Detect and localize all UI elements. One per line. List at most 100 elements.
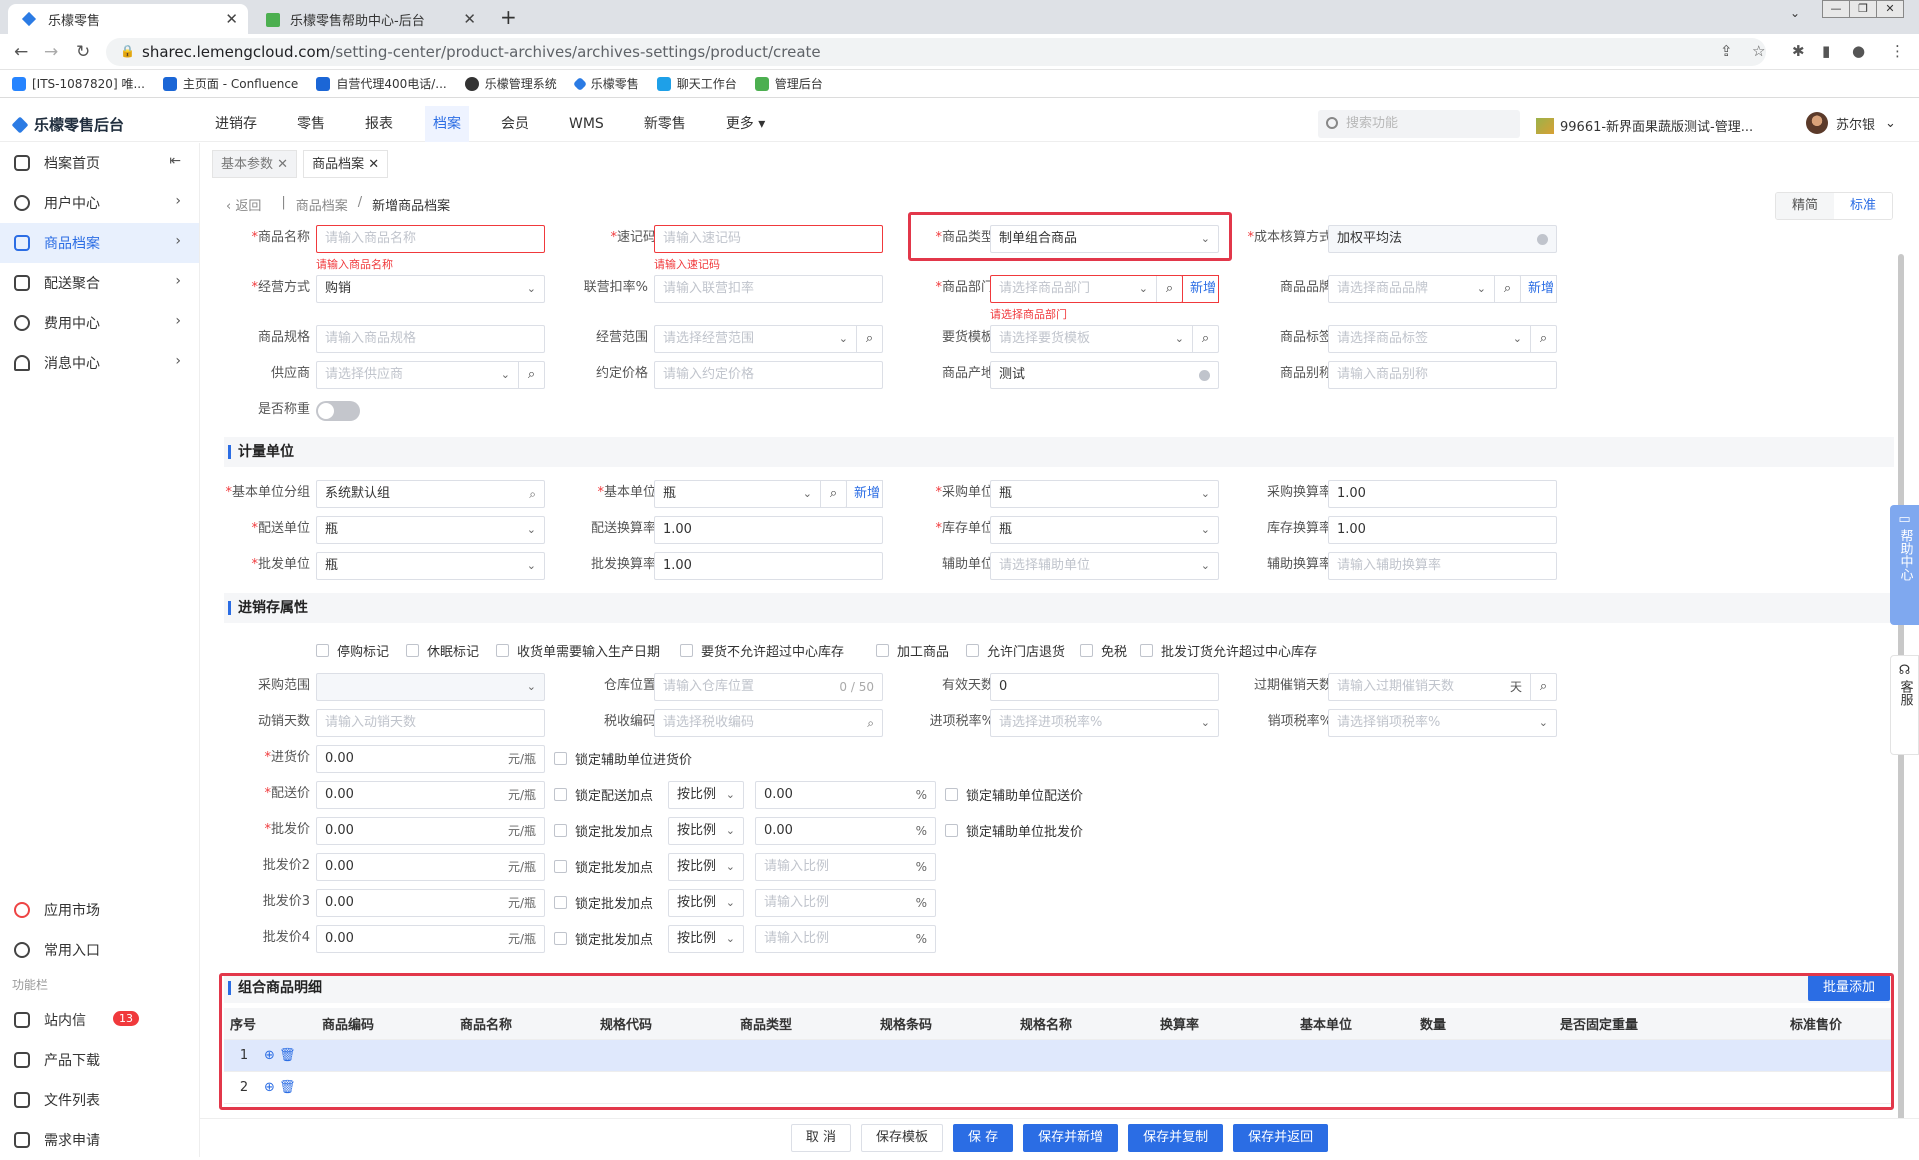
lock-checkbox[interactable]: 锁定批发加点 xyxy=(554,887,653,917)
ratio-input[interactable]: 请输入比例% xyxy=(755,889,936,917)
price-input[interactable]: 0.00 元/瓶 xyxy=(316,745,545,773)
del-rate-input[interactable]: 1.00 xyxy=(654,516,883,544)
outtax-select[interactable]: 请选择销项税率% ⌄ xyxy=(1328,709,1557,737)
ratio-input[interactable]: 0.00% xyxy=(755,781,936,809)
more-icon[interactable]: ⋮ xyxy=(1890,42,1905,60)
lock-checkbox[interactable]: 锁定批发加点 xyxy=(554,851,653,881)
mode-simple[interactable]: 精简 xyxy=(1776,193,1834,219)
minimize-icon[interactable]: — xyxy=(1822,0,1850,18)
intax-select[interactable]: 请选择进项税率% ⌄ xyxy=(990,709,1219,737)
sidebar-item-download[interactable]: 产品下载 xyxy=(0,1040,199,1080)
move-days-input[interactable]: 请输入动销天数 xyxy=(316,709,545,737)
menu-item[interactable]: 进销存 xyxy=(215,106,257,142)
lock-checkbox[interactable]: 锁定批发加点 xyxy=(554,923,653,953)
sidebar-item-favorites[interactable]: 常用入口 xyxy=(0,930,199,970)
sidepanel-icon[interactable]: ▮ xyxy=(1822,42,1830,60)
save-and-return-button[interactable]: 保存并返回 xyxy=(1233,1124,1329,1152)
sidebar-item-home[interactable]: 档案首页 ⇤ xyxy=(0,143,199,183)
lock-checkbox[interactable]: 锁定批发加点 xyxy=(554,815,653,845)
new-tab-icon[interactable]: + xyxy=(500,5,517,29)
ratio-select[interactable]: 按比例 ⌄ xyxy=(668,853,744,881)
lock-checkbox[interactable]: 锁定配送加点 xyxy=(554,779,653,809)
user-menu[interactable]: 苏尔银 ⌄ xyxy=(1806,112,1896,134)
menu-item-more[interactable]: 更多 ▾ xyxy=(726,106,765,142)
sidebar-item-request[interactable]: 需求申请 xyxy=(0,1120,199,1160)
cancel-button[interactable]: 取 消 xyxy=(790,1124,851,1152)
checkbox[interactable] xyxy=(554,931,567,945)
bookmark-item[interactable]: 乐檬零售 xyxy=(572,75,639,92)
profile-icon[interactable]: ● xyxy=(1852,42,1865,60)
search-icon[interactable]: ⌕ xyxy=(1530,326,1556,352)
product-name-input[interactable]: 请输入商品名称 xyxy=(316,225,545,253)
sidebar-item-inbox[interactable]: 站内信 13 xyxy=(0,1000,199,1040)
spec-input[interactable]: 请输入商品规格 xyxy=(316,325,545,353)
checkbox[interactable] xyxy=(945,787,958,801)
department-select[interactable]: 请选择商品部门 ⌕ ⌄ xyxy=(990,275,1183,303)
warehouse-location-input[interactable]: 请输入仓库位置 0 / 50 xyxy=(654,673,883,701)
checkbox[interactable] xyxy=(496,643,509,657)
clear-icon[interactable] xyxy=(1199,370,1210,381)
lock-aux-checkbox[interactable]: 锁定辅助单位配送价 xyxy=(945,779,1083,809)
back-link[interactable]: ‹ 返回 xyxy=(226,195,271,214)
weigh-switch[interactable] xyxy=(316,401,360,421)
valid-days-input[interactable]: 0 xyxy=(990,673,1219,701)
restore-icon[interactable]: ❐ xyxy=(1849,0,1877,18)
bookmark-item[interactable]: 主页面 - Confluence xyxy=(162,75,298,92)
checkbox[interactable] xyxy=(966,643,979,657)
menu-item[interactable]: 会员 xyxy=(501,106,529,142)
buy-unit-select[interactable]: 瓶 ⌄ xyxy=(990,480,1219,508)
mode-standard[interactable]: 标准 xyxy=(1834,193,1892,219)
ratio-select[interactable]: 按比例 ⌄ xyxy=(668,817,744,845)
search-icon[interactable]: ⌕ xyxy=(1192,326,1218,352)
template-select[interactable]: 请选择要货模板 ⌕ ⌄ xyxy=(990,325,1219,353)
stock-unit-select[interactable]: 瓶 ⌄ xyxy=(990,516,1219,544)
ratio-select[interactable]: 按比例 ⌄ xyxy=(668,925,744,953)
close-icon[interactable]: ✕ xyxy=(225,10,238,28)
price-input[interactable]: 0.00 元/瓶 xyxy=(316,781,545,809)
page-tab-product[interactable]: 商品档案 ✕ xyxy=(303,150,389,178)
agreed-price-input[interactable]: 请输入约定价格 xyxy=(654,361,883,389)
scope-select[interactable]: 请选择经营范围 ⌕ ⌄ xyxy=(654,325,883,353)
search-icon[interactable]: ⌕ xyxy=(820,481,846,507)
menu-item[interactable]: 零售 xyxy=(297,106,325,142)
back-icon[interactable]: ← xyxy=(14,42,28,62)
ratio-select[interactable]: 按比例 ⌄ xyxy=(668,781,744,809)
quick-code-input[interactable]: 请输入速记码 xyxy=(654,225,883,253)
search-icon[interactable]: ⌕ xyxy=(1530,674,1556,700)
menu-item[interactable]: 报表 xyxy=(365,106,393,142)
bookmark-item[interactable]: 乐檬管理系统 xyxy=(464,75,557,92)
lock-aux-checkbox[interactable]: 锁定辅助单位批发价 xyxy=(945,815,1083,845)
url-input[interactable]: 🔒 sharec.lemengcloud.com/setting-center/… xyxy=(106,38,1766,66)
aux-unit-select[interactable]: 请选择辅助单位 ⌄ xyxy=(990,552,1219,580)
search-icon[interactable]: ⌕ xyxy=(856,326,882,352)
checkbox-tax-free[interactable]: 免税 xyxy=(1080,635,1127,665)
checkbox-store-return[interactable]: 允许门店退货 xyxy=(966,635,1065,665)
checkbox[interactable] xyxy=(1080,643,1093,657)
aux-rate-input[interactable]: 请输入辅助换算率 xyxy=(1328,552,1557,580)
purchase-range-select[interactable]: ⌄ xyxy=(316,673,545,701)
search-icon[interactable]: ⌕ xyxy=(1494,276,1520,302)
close-icon[interactable]: ✕ xyxy=(368,157,379,172)
origin-input[interactable]: 测试 xyxy=(990,361,1219,389)
checkbox-production-date[interactable]: 收货单需要输入生产日期 xyxy=(496,635,660,665)
unit-group-input[interactable]: 系统默认组 ⌕ xyxy=(316,480,545,508)
help-center-float[interactable]: ▭ 帮助中心 xyxy=(1890,505,1919,625)
sidebar-item-appmarket[interactable]: 应用市场 xyxy=(0,890,199,930)
checkbox-no-exceed-stock[interactable]: 要货不允许超过中心库存 xyxy=(680,635,844,665)
forward-icon[interactable]: → xyxy=(44,42,58,62)
price-input[interactable]: 0.00 元/瓶 xyxy=(316,889,545,917)
browser-tab-2[interactable]: 乐檬零售帮助中心-后台 ✕ xyxy=(250,4,486,34)
price-input[interactable]: 0.00 元/瓶 xyxy=(316,853,545,881)
del-unit-select[interactable]: 瓶 ⌄ xyxy=(316,516,545,544)
reload-icon[interactable]: ↻ xyxy=(76,42,90,62)
brand-select[interactable]: 请选择商品品牌 ⌕ ⌄ xyxy=(1328,275,1521,303)
page-tab-basic[interactable]: 基本参数 ✕ xyxy=(212,150,298,178)
bookmark-item[interactable]: 管理后台 xyxy=(754,75,823,92)
whs-unit-select[interactable]: 瓶 ⌄ xyxy=(316,552,545,580)
supplier-select[interactable]: 请选择供应商 ⌕ ⌄ xyxy=(316,361,545,389)
lock-checkbox[interactable]: 锁定辅助单位进货价 xyxy=(554,743,692,773)
search-icon[interactable]: ⌕ xyxy=(518,362,544,388)
add-brand-link[interactable]: 新增 xyxy=(1520,275,1557,303)
buy-rate-input[interactable]: 1.00 xyxy=(1328,480,1557,508)
search-icon[interactable]: ⌕ xyxy=(867,710,874,736)
